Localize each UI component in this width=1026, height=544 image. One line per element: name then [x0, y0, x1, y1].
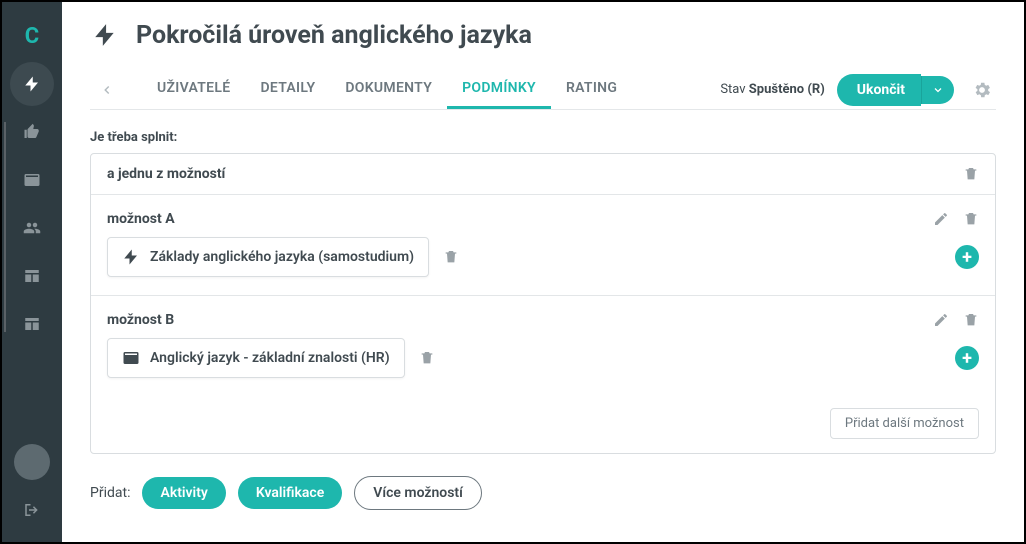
option-b-item-chip[interactable]: Anglický jazyk - základní znalosti (HR)	[107, 338, 405, 378]
option-a-block: možnost A Základy anglického jazyka (sam…	[91, 194, 995, 295]
main-content: Pokročilá úroveň anglického jazyka UŽIVA…	[62, 2, 1024, 542]
add-item-option-a-button[interactable]: +	[955, 245, 979, 269]
page-header: Pokročilá úroveň anglického jazyka	[90, 20, 996, 50]
delete-option-a-item-button[interactable]	[443, 249, 459, 265]
option-a-item-chip[interactable]: Základy anglického jazyka (samostudium)	[107, 237, 429, 277]
group-title: a jednu z možností	[107, 166, 225, 182]
footer-label: Přidat:	[90, 485, 130, 501]
option-a-label: možnost A	[107, 211, 175, 227]
bolt-icon	[90, 20, 120, 50]
edit-option-b-button[interactable]	[933, 312, 949, 328]
status-text: Stav Spuštěno (R)	[720, 82, 824, 97]
add-item-option-b-button[interactable]: +	[955, 346, 979, 370]
tab-documents[interactable]: DOKUMENTY	[330, 70, 447, 109]
edit-option-a-button[interactable]	[933, 211, 949, 227]
end-button[interactable]: Ukončit	[837, 74, 921, 106]
card-icon	[122, 349, 140, 367]
chevron-down-icon	[932, 84, 944, 96]
scroll-indicator	[4, 122, 6, 332]
more-options-button[interactable]: Více možností	[354, 476, 482, 510]
gear-icon	[972, 80, 992, 100]
bolt-icon	[122, 248, 140, 266]
sidebar-item-table-2[interactable]	[10, 302, 54, 346]
delete-option-b-item-button[interactable]	[419, 350, 435, 366]
sidebar: C	[2, 2, 62, 542]
back-button[interactable]	[90, 73, 124, 107]
tab-conditions[interactable]: PODMÍNKY	[447, 70, 551, 109]
conditions-group: a jednu z možností možnost A Základy ang…	[90, 153, 996, 454]
footer-row: Přidat: Aktivity Kvalifikace Více možnos…	[90, 476, 996, 510]
sidebar-item-logout[interactable]	[10, 488, 54, 532]
tab-rating[interactable]: RATING	[551, 70, 632, 109]
sidebar-item-card[interactable]	[10, 158, 54, 202]
tabs-row: UŽIVATELÉ DETAILY DOKUMENTY PODMÍNKY RAT…	[90, 70, 996, 110]
app-logo[interactable]: C	[25, 14, 39, 58]
end-dropdown[interactable]	[921, 76, 954, 104]
delete-group-button[interactable]	[963, 166, 979, 182]
add-qualification-button[interactable]: Kvalifikace	[238, 477, 342, 509]
tab-users[interactable]: UŽIVATELÉ	[142, 70, 245, 109]
settings-button[interactable]	[968, 76, 996, 104]
add-activity-button[interactable]: Aktivity	[142, 477, 225, 509]
tab-details[interactable]: DETAILY	[245, 70, 330, 109]
sidebar-item-bolt[interactable]	[10, 62, 54, 106]
group-header: a jednu z možností	[91, 154, 995, 194]
delete-option-a-button[interactable]	[963, 211, 979, 227]
option-b-label: možnost B	[107, 312, 174, 328]
page-title: Pokročilá úroveň anglického jazyka	[136, 21, 532, 50]
option-b-block: možnost B Anglický jazyk - základní znal…	[91, 295, 995, 396]
sidebar-item-table-1[interactable]	[10, 254, 54, 298]
conditions-section-label: Je třeba splnit:	[90, 130, 996, 145]
sidebar-item-people[interactable]	[10, 206, 54, 250]
avatar[interactable]	[14, 444, 50, 480]
sidebar-item-thumb[interactable]	[10, 110, 54, 154]
add-more-option-button[interactable]: Přidat další možnost	[830, 408, 979, 439]
delete-option-b-button[interactable]	[963, 312, 979, 328]
